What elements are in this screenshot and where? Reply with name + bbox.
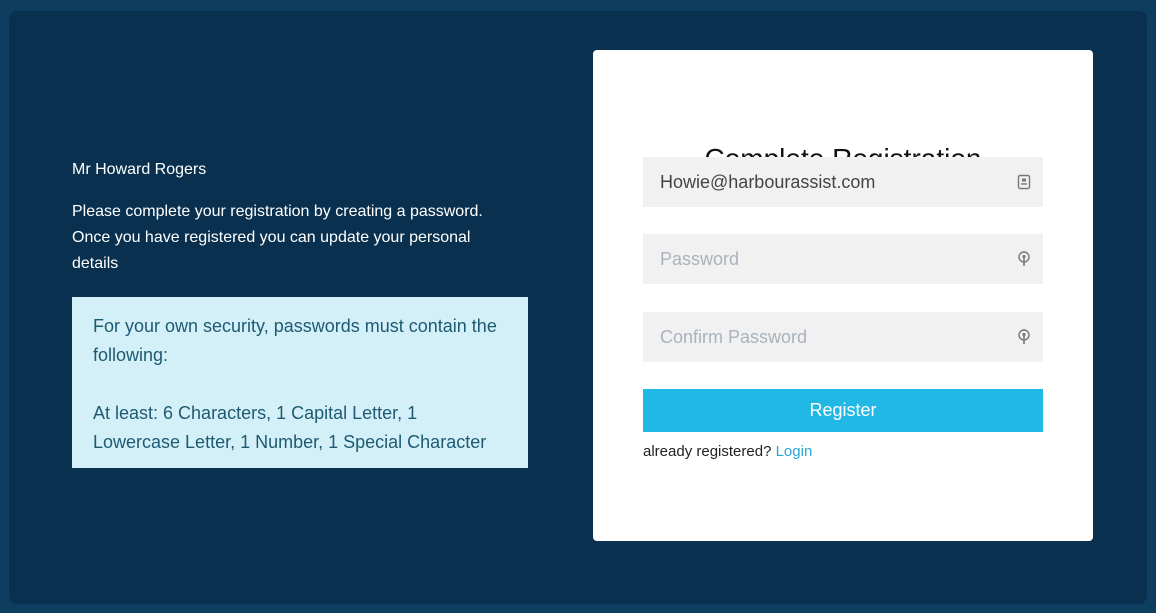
password-requirements-box: For your own security, passwords must co… — [72, 297, 528, 468]
security-heading: For your own security, passwords must co… — [93, 316, 497, 365]
info-panel: Mr Howard Rogers Please complete your re… — [72, 157, 528, 468]
register-button[interactable]: Register — [643, 389, 1043, 432]
intro-text: Please complete your registration by cre… — [72, 203, 483, 272]
login-link[interactable]: Login — [776, 443, 813, 460]
key-icon — [1018, 251, 1030, 266]
confirm-password-field-wrapper — [643, 312, 1043, 362]
login-prompt: already registered? Login — [643, 443, 812, 460]
email-field-wrapper — [643, 157, 1043, 207]
password-field[interactable] — [643, 234, 1043, 284]
id-card-icon — [1017, 174, 1031, 190]
security-rules: At least: 6 Characters, 1 Capital Letter… — [93, 403, 487, 452]
password-field-wrapper — [643, 234, 1043, 284]
already-registered-text: already registered? — [643, 443, 772, 460]
email-field[interactable] — [643, 157, 1043, 207]
registration-card: Complete Registration — [593, 50, 1093, 541]
confirm-password-field[interactable] — [643, 312, 1043, 362]
key-icon — [1018, 329, 1030, 344]
user-name: Mr Howard Rogers — [72, 161, 207, 178]
